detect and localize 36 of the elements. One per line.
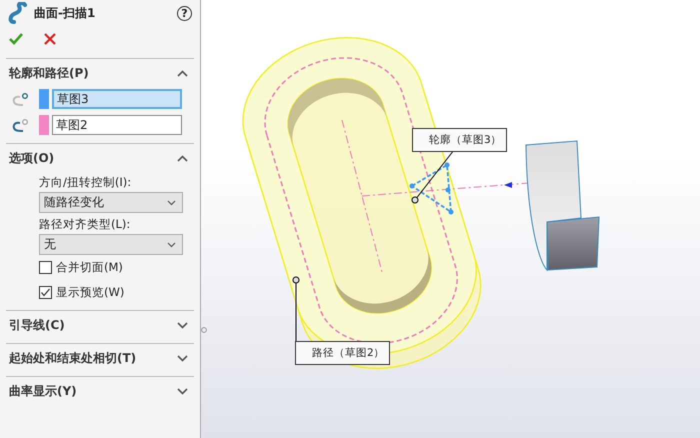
profile-sketch-drawing: [410, 162, 454, 214]
profile-icon: [11, 91, 31, 107]
grip-icon[interactable]: [201, 325, 207, 335]
chevron-icon[interactable]: [177, 155, 188, 162]
chevron-icon[interactable]: [177, 388, 188, 395]
caret-icon: [167, 242, 176, 248]
selection-field[interactable]: 草图2: [52, 115, 182, 135]
section-title: 轮廓和路径(P): [9, 65, 89, 82]
checkbox-label: 合并切面(M): [56, 260, 123, 275]
help-button[interactable]: ?: [177, 6, 192, 20]
close-icon[interactable]: [44, 33, 56, 45]
ok-icon[interactable]: [9, 33, 23, 45]
chevron-icon[interactable]: [177, 70, 188, 77]
chevron-icon[interactable]: [177, 322, 188, 329]
anchor-point: [292, 276, 300, 284]
path-icon: [11, 117, 31, 133]
callout-label: 路径（草图2）: [295, 341, 390, 365]
section-title: 选项(O): [9, 150, 54, 167]
checkbox[interactable]: [39, 261, 52, 274]
callout-label: 轮廓（草图3）: [412, 128, 507, 152]
selection-field[interactable]: 草图3: [52, 89, 182, 109]
section-title: 曲率显示(Y): [9, 383, 77, 400]
chevron-icon[interactable]: [177, 355, 188, 362]
section-title: 引导线(C): [9, 317, 65, 334]
anchor-point: [412, 196, 418, 204]
field-label: 路径对齐类型(L):: [38, 216, 132, 233]
checkbox[interactable]: [39, 286, 52, 299]
panel-title: 曲面-扫描1: [34, 4, 96, 22]
field-label: 方向/扭转控制(I):: [38, 174, 132, 191]
dropdown[interactable]: 随路径变化: [39, 192, 183, 213]
caret-icon: [167, 200, 176, 206]
dropdown[interactable]: 无: [39, 234, 183, 255]
section-title: 起始处和结束处相切(T): [9, 350, 136, 367]
checkbox-label: 显示预览(W): [56, 285, 124, 300]
leader-line: [414, 150, 454, 200]
sweep-icon: [8, 2, 28, 24]
